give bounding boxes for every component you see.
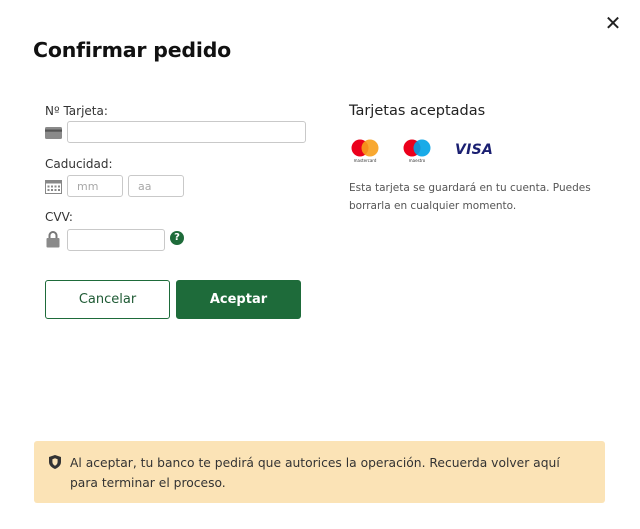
- maestro-label: maestro: [409, 158, 426, 163]
- lock-icon: [46, 231, 60, 248]
- shield-icon: [49, 455, 61, 469]
- mastercard-logo: mastercard: [351, 139, 379, 163]
- calendar-icon: [45, 180, 62, 194]
- question-circle-icon[interactable]: ?: [170, 231, 184, 245]
- accept-button[interactable]: Aceptar: [176, 280, 301, 319]
- authorization-banner: Al aceptar, tu banco te pedirá que autor…: [34, 441, 605, 503]
- card-number-input[interactable]: [67, 121, 306, 143]
- cancel-button[interactable]: Cancelar: [45, 280, 170, 319]
- banner-text: Al aceptar, tu banco te pedirá que autor…: [70, 456, 560, 490]
- page-title: Confirmar pedido: [33, 38, 232, 62]
- mastercard-label: mastercard: [354, 158, 377, 163]
- credit-card-icon: [45, 127, 62, 139]
- cvv-label: CVV:: [45, 210, 73, 224]
- maestro-logo: maestro: [403, 139, 431, 163]
- visa-logo: VISA: [455, 142, 494, 158]
- close-icon[interactable]: ✕: [603, 13, 623, 33]
- expiry-year-input[interactable]: [128, 175, 184, 197]
- expiry-label: Caducidad:: [45, 157, 113, 171]
- card-number-label: Nº Tarjeta:: [45, 104, 108, 118]
- cvv-input[interactable]: [67, 229, 165, 251]
- expiry-month-input[interactable]: [67, 175, 123, 197]
- card-save-note: Esta tarjeta se guardará en tu cuenta. P…: [349, 182, 591, 212]
- accepted-cards-title: Tarjetas aceptadas: [349, 103, 486, 119]
